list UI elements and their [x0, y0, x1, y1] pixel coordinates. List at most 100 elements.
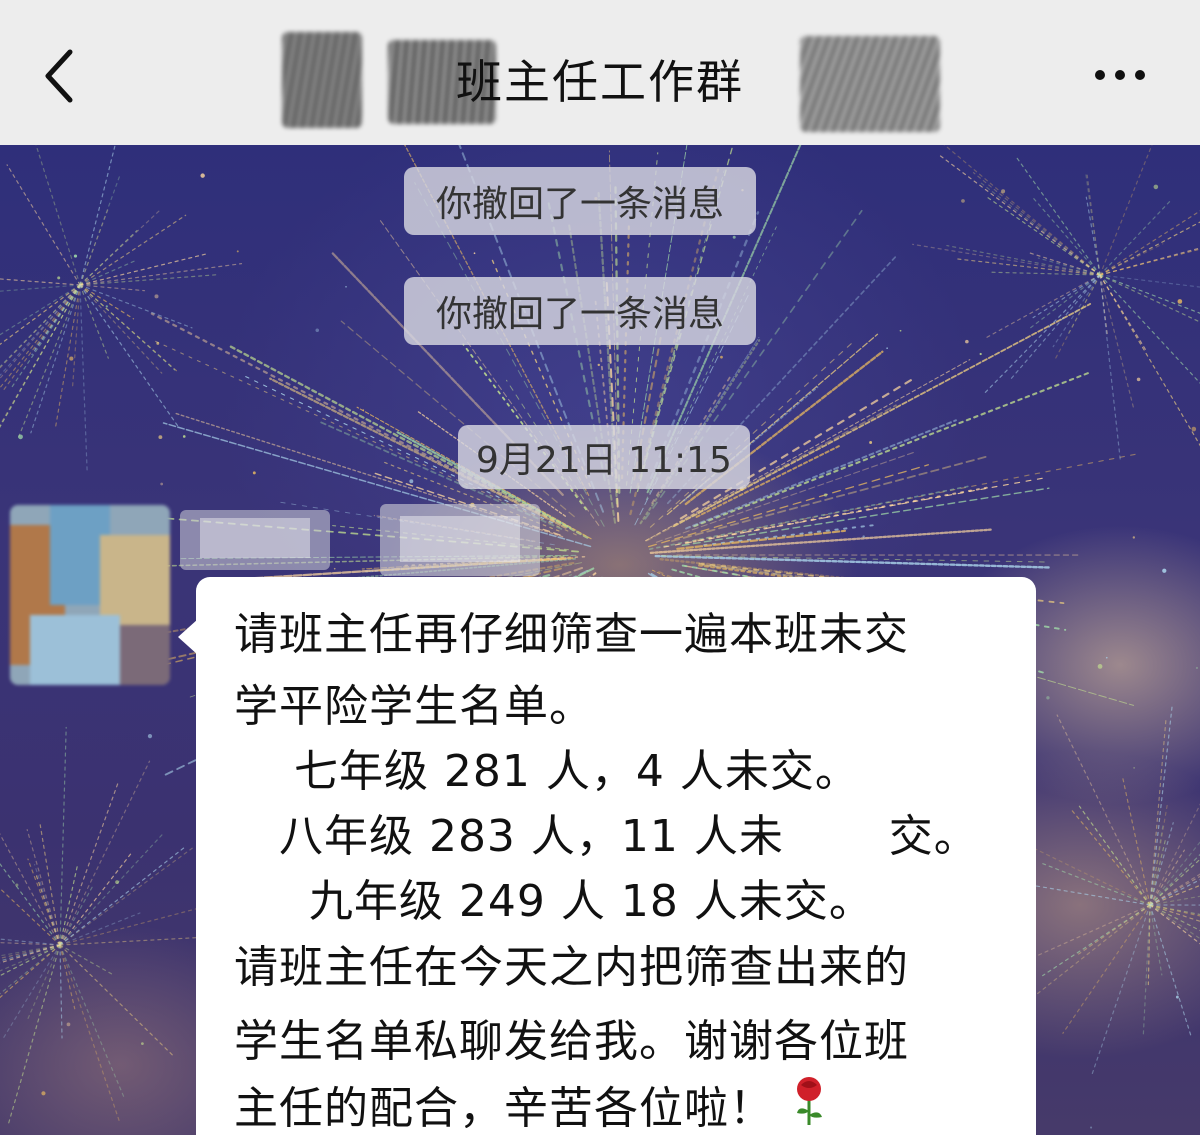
firework-streak: [59, 912, 141, 946]
firework-streak: [79, 284, 163, 374]
message-line: 学生名单私聊发给我。谢谢各位班: [234, 1016, 909, 1067]
firework-streak: [79, 284, 193, 329]
firework-streak: [0, 278, 81, 286]
firework-spark: [147, 734, 153, 739]
firework-streak: [59, 944, 120, 1122]
firework-streak: [2, 284, 81, 391]
firework-streak: [1099, 247, 1200, 276]
sender-name-redacted: [180, 500, 550, 580]
message-line: 七年级 281 人，4 人未交。: [234, 746, 860, 797]
firework-streak: [7, 944, 61, 1126]
firework-streak: [11, 284, 81, 388]
firework-streak: [1149, 873, 1200, 906]
firework-streak: [983, 274, 1101, 395]
firework-spark: [73, 254, 78, 258]
firework-spark: [1132, 536, 1136, 539]
firework-spark: [18, 434, 23, 440]
firework-streak: [1099, 199, 1173, 276]
firework-spark: [1175, 995, 1179, 999]
firework-spark: [961, 199, 965, 203]
firework-streak: [1147, 904, 1151, 986]
firework-spark: [141, 1042, 144, 1045]
firework-streak: [1037, 257, 1101, 276]
firework-streak: [1026, 274, 1101, 331]
firework-spark: [236, 250, 239, 253]
firework-streak: [1149, 904, 1163, 976]
firework-streak: [79, 207, 110, 286]
firework-spark: [886, 347, 888, 349]
firework-spark: [252, 471, 256, 475]
chat-header: 班主任工作群: [0, 0, 1200, 145]
firework-spark: [1191, 426, 1197, 432]
firework-streak: [59, 726, 67, 946]
firework-streak: [0, 862, 61, 946]
firework-spark: [1136, 377, 1141, 382]
firework-streak: [79, 284, 88, 475]
firework-streak: [1099, 274, 1121, 461]
firework-streak: [59, 847, 193, 946]
firework-spark: [899, 329, 902, 332]
firework-streak: [35, 145, 81, 286]
firework-streak: [939, 155, 1101, 276]
sender-avatar[interactable]: [10, 505, 170, 685]
more-button[interactable]: [1090, 60, 1160, 90]
firework-spark: [1177, 299, 1183, 304]
firework-streak: [985, 195, 1101, 276]
firework-spark: [473, 252, 476, 255]
firework-streak: [79, 284, 146, 292]
message-line: 八年级 283 人，11 人未 交。: [234, 811, 979, 862]
firework-spark: [720, 355, 723, 359]
firework-streak: [1052, 274, 1101, 348]
message-line: 学平险学生名单。: [234, 681, 594, 732]
firework-streak: [1090, 904, 1151, 1077]
firework-streak: [0, 284, 81, 377]
firework-spark: [315, 328, 320, 333]
firework-streak: [972, 172, 1101, 276]
firework-streak: [59, 886, 94, 946]
chat-screen: 班主任工作群 你撤回了一条消息 你撤回了一条消息 9月21日 11:15 请班主…: [0, 0, 1200, 1135]
firework-spark: [160, 482, 164, 486]
firework-streak: [59, 833, 164, 946]
firework-streak: [693, 370, 1093, 528]
more-dots-icon: [1095, 70, 1105, 80]
firework-streak: [59, 760, 151, 946]
message-line: 请班主任在今天之内把筛查出来的: [234, 942, 909, 993]
firework-streak: [59, 944, 174, 1056]
message-timestamp: 9月21日 11:15: [458, 425, 750, 489]
avatar-image: [10, 505, 170, 685]
firework-streak: [1042, 863, 1151, 906]
firework-streak: [79, 284, 179, 427]
firework-streak: [1099, 145, 1153, 276]
firework-spark: [1133, 766, 1136, 769]
firework-spark: [862, 535, 865, 538]
message-bubble[interactable]: 请班主任再仔细筛查一遍本班未交 学平险学生名单。 七年级 281 人，4 人未交…: [178, 577, 1036, 1135]
firework-streak: [1099, 274, 1200, 447]
firework-streak: [1099, 274, 1200, 384]
firework-streak: [0, 284, 81, 427]
firework-streak: [79, 229, 138, 286]
firework-streak: [1032, 274, 1101, 319]
firework-spark: [1153, 184, 1159, 190]
firework-streak: [1078, 904, 1151, 955]
firework-streak: [1062, 904, 1151, 1034]
firework-spark: [823, 493, 828, 497]
firework-spark: [105, 305, 108, 308]
firework-streak: [1085, 196, 1101, 276]
recall-notice: 你撤回了一条消息: [404, 167, 757, 235]
firework-spark: [1097, 664, 1103, 669]
firework-spark: [345, 285, 347, 288]
firework-spark: [1046, 696, 1050, 700]
firework-streak: [0, 944, 61, 999]
firework-streak: [59, 781, 120, 946]
firework-streak: [1008, 274, 1101, 382]
firework-spark: [15, 883, 19, 887]
firework-streak: [0, 944, 61, 972]
firework-streak: [1056, 714, 1151, 906]
firework-streak: [79, 263, 243, 286]
firework-streak: [6, 164, 81, 286]
firework-spark: [69, 356, 74, 361]
firework-spark: [1001, 189, 1006, 194]
firework-streak: [1099, 274, 1135, 410]
firework-streak: [0, 887, 61, 946]
firework-streak: [59, 944, 63, 1039]
